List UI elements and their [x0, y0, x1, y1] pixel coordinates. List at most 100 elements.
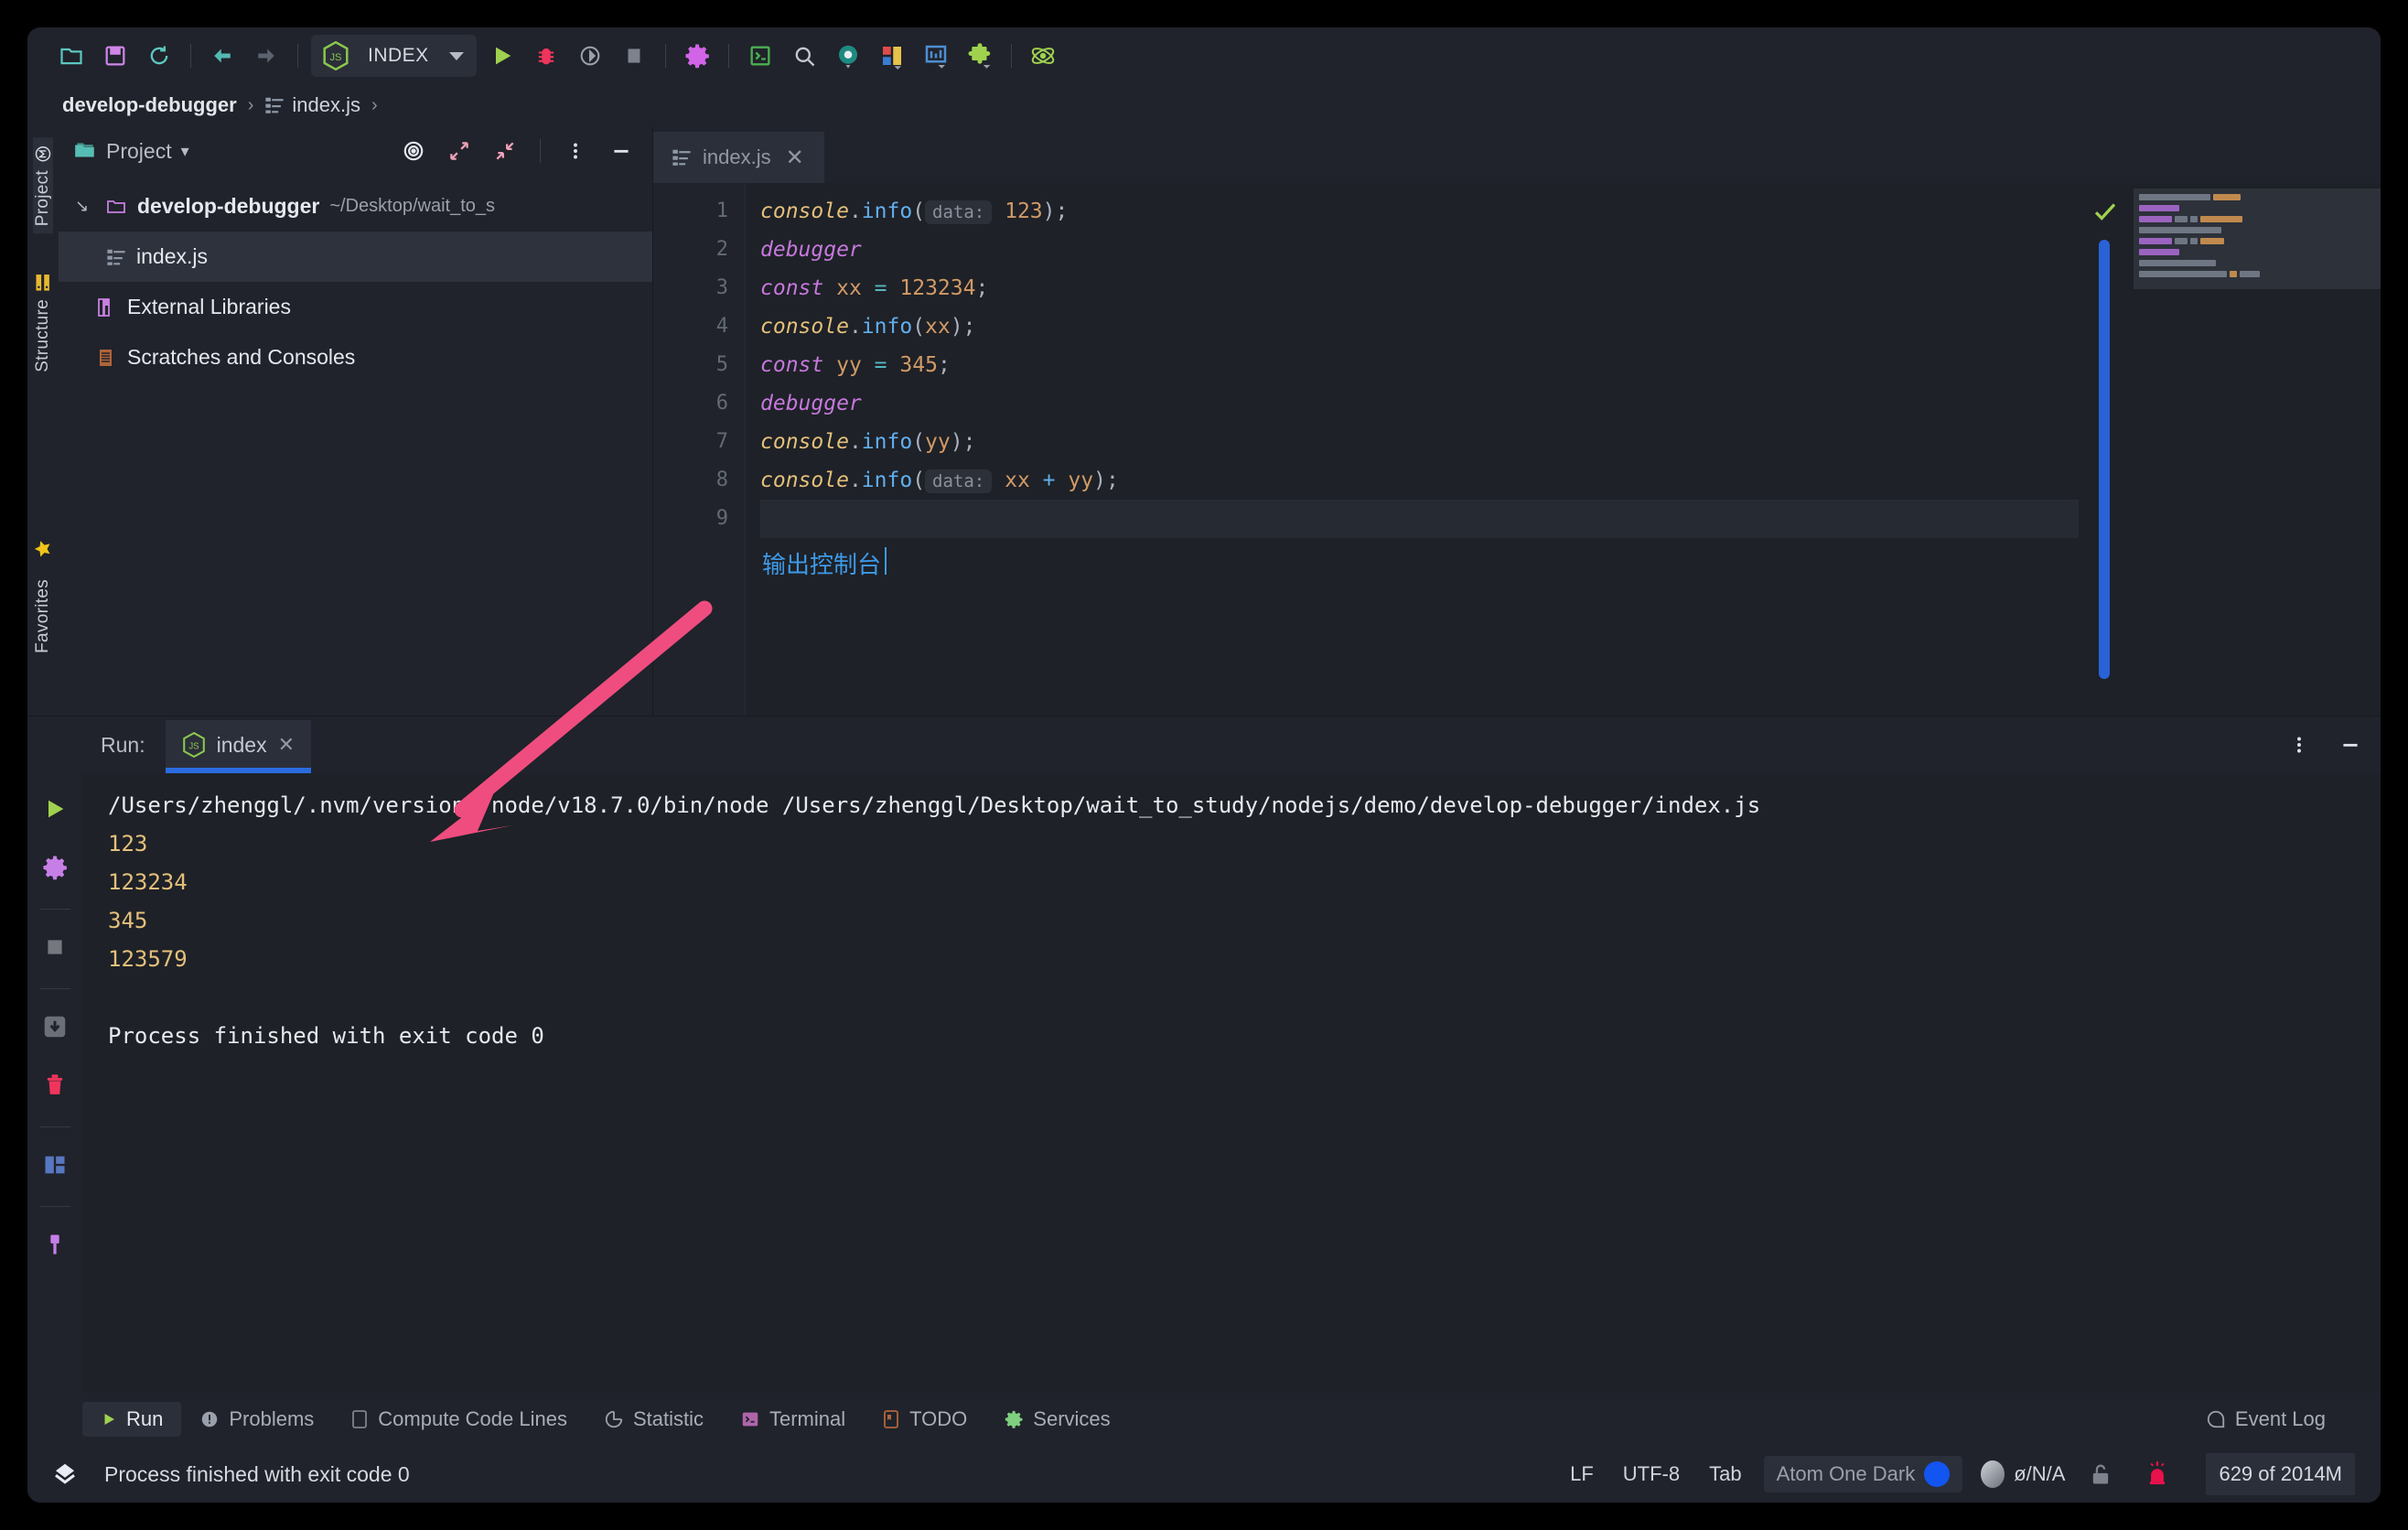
tool-window-event-log[interactable]: Event Log: [2188, 1402, 2344, 1437]
tab-index-js[interactable]: index.js ✕: [653, 132, 824, 189]
vertical-scrollbar-thumb[interactable]: [2099, 240, 2110, 679]
code-editor[interactable]: console.info(data: 123); debugger const xx…: [745, 183, 2079, 716]
git-branch-indicator[interactable]: ø/N/A: [1970, 1460, 2076, 1488]
js-file-icon: [672, 147, 692, 167]
breadcrumb-file[interactable]: index.js: [292, 93, 360, 117]
run-console[interactable]: /Users/zhenggl/.nvm/versions/node/v18.7.…: [82, 773, 2381, 1393]
breadcrumb-project[interactable]: develop-debugger: [62, 93, 237, 117]
forward-arrow-icon[interactable]: [244, 36, 288, 76]
line-separator[interactable]: LF: [1555, 1462, 1608, 1486]
trash-icon[interactable]: [34, 1064, 76, 1106]
open-folder-icon[interactable]: [49, 36, 93, 76]
tab-label: index.js: [703, 145, 771, 168]
encoding[interactable]: UTF-8: [1608, 1462, 1694, 1486]
sidebar-item-structure[interactable]: Structure: [33, 266, 53, 380]
hide-panel-icon[interactable]: [603, 133, 640, 169]
save-all-icon[interactable]: [93, 36, 137, 76]
gutter-divider-1: [39, 909, 70, 910]
sidebar-item-favorites[interactable]: Favorites: [33, 532, 53, 661]
theme-label: Atom One Dark: [1776, 1462, 1916, 1485]
stop-icon[interactable]: [34, 926, 76, 968]
settings-gear-icon[interactable]: [675, 36, 719, 76]
terminal-icon[interactable]: [738, 36, 782, 76]
js-file-icon: [106, 247, 126, 267]
run-icon: [101, 1411, 117, 1428]
settings-gear-icon[interactable]: [34, 846, 76, 889]
rerun-icon[interactable]: [34, 788, 76, 830]
services-icon: [1004, 1409, 1024, 1429]
tool-window-problems[interactable]: Problems: [181, 1402, 332, 1437]
inspect-icon[interactable]: [826, 36, 870, 76]
memory-indicator[interactable]: 629 of 2014M: [2206, 1453, 2355, 1495]
svg-text:JS: JS: [330, 52, 342, 63]
code-minimap[interactable]: [2134, 183, 2381, 716]
run-icon[interactable]: [480, 36, 524, 76]
close-icon[interactable]: ✕: [278, 733, 295, 757]
close-icon[interactable]: ✕: [786, 145, 804, 171]
console-command: /Users/zhenggl/.nvm/versions/node/v18.7.…: [108, 792, 1761, 818]
code-token-var: yy: [1068, 469, 1094, 492]
status-bar: Process finished with exit code 0 LF UTF…: [27, 1446, 2381, 1503]
line-number: 5: [715, 353, 728, 376]
run-coverage-icon[interactable]: [568, 36, 612, 76]
minimap-block: [2134, 189, 2381, 289]
tool-window-statistic[interactable]: Statistic: [586, 1402, 722, 1437]
chart-icon[interactable]: [914, 36, 958, 76]
theme-selector[interactable]: Atom One Dark: [1763, 1456, 1963, 1492]
sync-icon[interactable]: [137, 36, 181, 76]
collapse-all-icon[interactable]: [487, 133, 523, 169]
notification-bell-icon[interactable]: [2125, 1460, 2189, 1488]
sidebar-item-project[interactable]: Project: [33, 137, 53, 234]
debug-bug-icon[interactable]: [524, 36, 568, 76]
locate-target-icon[interactable]: [395, 133, 432, 169]
chevron-down-icon[interactable]: ▾: [181, 142, 189, 161]
run-tab-index[interactable]: JS index ✕: [165, 720, 312, 773]
indent-setting[interactable]: Tab: [1694, 1462, 1756, 1486]
chevron-expanded-icon[interactable]: ↘: [75, 197, 95, 216]
tree-row-index-js[interactable]: index.js: [59, 232, 652, 282]
search-icon[interactable]: [782, 36, 826, 76]
code-token-var: yy: [925, 430, 951, 454]
code-token-punc: );: [950, 315, 976, 339]
project-tree[interactable]: ↘ develop-debugger ~/Desktop/wait_to_s i…: [59, 176, 652, 679]
tool-window-services[interactable]: Services: [985, 1402, 1128, 1437]
tool-window-run[interactable]: Run: [82, 1402, 182, 1437]
tool-window-todo[interactable]: TODO: [864, 1402, 985, 1437]
layout-icon[interactable]: [870, 36, 914, 76]
ide-logo-icon[interactable]: [51, 1460, 79, 1488]
more-options-icon[interactable]: [2278, 724, 2320, 766]
tool-window-terminal[interactable]: Terminal: [722, 1402, 864, 1437]
editor-gutter[interactable]: 1 2 3 4 5 6 7 8 9: [653, 183, 745, 716]
chevron-down-icon[interactable]: [448, 51, 464, 60]
run-panel-header: Run: JS index ✕: [27, 717, 2381, 773]
lock-icon[interactable]: [2076, 1461, 2125, 1487]
plugin-puzzle-icon[interactable]: [958, 36, 1002, 76]
tool-window-event-log-label: Event Log: [2234, 1407, 2326, 1430]
compute-lines-icon: [350, 1409, 369, 1429]
line-number: 9: [715, 507, 728, 530]
scroll-to-end-icon[interactable]: [34, 1006, 76, 1048]
print-layout-icon[interactable]: [34, 1144, 76, 1186]
atom-icon[interactable]: [1021, 36, 1065, 76]
code-token-hint: data:: [925, 200, 993, 224]
ok-check-icon[interactable]: [2091, 198, 2119, 230]
stop-icon[interactable]: [612, 36, 656, 76]
editor-inspection-rail: [2079, 183, 2134, 716]
tree-row-external-libraries[interactable]: External Libraries: [59, 282, 652, 332]
line-number: 4: [715, 315, 728, 338]
back-arrow-icon[interactable]: [200, 36, 244, 76]
run-configuration-selector[interactable]: JS INDEX: [311, 35, 477, 77]
tool-window-compute-code-lines[interactable]: Compute Code Lines: [332, 1402, 586, 1437]
code-line: const yy = 345;: [760, 346, 2079, 384]
tree-label-index-js: index.js: [136, 244, 208, 268]
run-configuration-name: INDEX: [368, 45, 429, 66]
code-token-num: 123234: [899, 276, 976, 300]
line-number: 6: [715, 392, 728, 415]
expand-all-icon[interactable]: [441, 133, 478, 169]
tree-row-scratches-and-consoles[interactable]: Scratches and Consoles: [59, 332, 652, 382]
more-options-icon[interactable]: [557, 133, 594, 169]
hide-panel-icon[interactable]: [2329, 724, 2371, 766]
pin-icon[interactable]: [34, 1223, 76, 1266]
tree-row-develop-debugger[interactable]: ↘ develop-debugger ~/Desktop/wait_to_s: [59, 181, 652, 232]
